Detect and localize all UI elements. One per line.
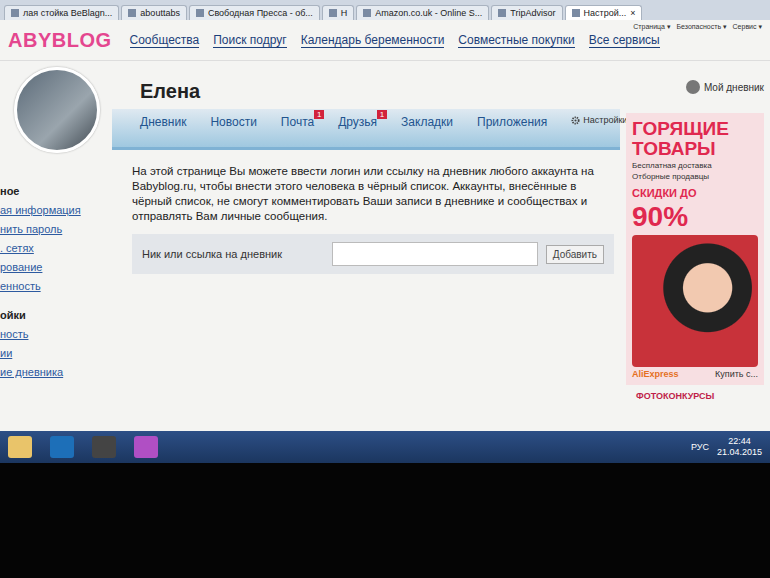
ad-banner[interactable]: ГОРЯЩИЕ ТОВАРЫ Бесплатная доставка Отборны… xyxy=(626,113,764,385)
tab-badge: 1 xyxy=(377,110,387,119)
tab[interactable]: Почта1 xyxy=(281,115,322,129)
profile-name: Елена xyxy=(140,80,200,103)
add-button[interactable]: Добавить xyxy=(546,245,604,264)
clock[interactable]: 22:4421.04.2015 xyxy=(717,436,762,458)
nav-link[interactable]: Все сервисы xyxy=(589,33,660,48)
favicon-icon xyxy=(11,9,19,17)
nav-link[interactable]: Календарь беременности xyxy=(301,33,445,48)
favicon-icon xyxy=(329,9,337,17)
favicon-icon xyxy=(196,9,204,17)
favicon-icon xyxy=(128,9,136,17)
content: На этой странице Вы можете ввести логин … xyxy=(112,150,620,274)
left-column: ное ая информация нить пароль . сетях ровани… xyxy=(0,61,112,431)
user-icon xyxy=(686,80,700,94)
section-heading[interactable]: ФОТОКОНКУРСЫ xyxy=(626,391,764,401)
browser-tab[interactable]: Amazon.co.uk - Online S... xyxy=(356,5,489,20)
site-header: ABYBLOG Сообщества Поиск подруг Календарь б… xyxy=(0,20,770,61)
avatar-photo[interactable] xyxy=(14,67,100,153)
monitor-bezel xyxy=(0,463,770,578)
taskbar: РУС 22:4421.04.2015 xyxy=(0,431,770,463)
ad-bullet: Отборные продавцы xyxy=(632,172,758,181)
profile-row: Елена xyxy=(112,61,620,109)
favicon-icon xyxy=(498,9,506,17)
sidebar-heading: ное xyxy=(0,185,112,199)
ad-cta[interactable]: Купить с... xyxy=(715,369,758,379)
favicon-icon xyxy=(363,9,371,17)
hp-icon[interactable] xyxy=(50,436,74,458)
tabs-bar: Дневник Новости Почта1 Друзья1 Закладки Прило… xyxy=(112,109,620,150)
main: ное ая информация нить пароль . сетях ровани… xyxy=(0,61,770,431)
folder-icon[interactable] xyxy=(8,436,32,458)
field-label: Ник или ссылка на дневник xyxy=(142,248,324,260)
sidebar-item[interactable]: ая информация xyxy=(0,204,112,218)
browser-tab[interactable]: Настрой...× xyxy=(565,5,643,20)
tab[interactable]: Приложения xyxy=(477,115,555,129)
nick-input[interactable] xyxy=(332,242,538,266)
favicon-icon xyxy=(572,9,580,17)
ad-footer: AliExpress Купить с... xyxy=(632,369,758,379)
browser-menu[interactable]: Сервис ▾ xyxy=(733,23,762,31)
sidebar-item[interactable]: . сетях xyxy=(0,242,112,256)
ad-brand: AliExpress xyxy=(632,369,679,379)
logo[interactable]: ABYBLOG xyxy=(8,29,112,52)
tab[interactable]: Закладки xyxy=(401,115,461,129)
ad-title: ГОРЯЩИЕ ТОВАРЫ xyxy=(632,119,758,159)
right-column: Мой дневник ГОРЯЩИЕ ТОВАРЫ Бесплатная дост… xyxy=(620,61,770,431)
description: На этой странице Вы можете ввести логин … xyxy=(132,164,614,224)
browser-menu[interactable]: Безопасность ▾ xyxy=(676,23,726,31)
browser-tab[interactable]: H xyxy=(322,5,355,20)
sidebar-item[interactable]: ии xyxy=(0,347,112,361)
site-nav: Сообщества Поиск подруг Календарь беременн… xyxy=(130,33,616,48)
nav-link[interactable]: Поиск подруг xyxy=(213,33,286,48)
sidebar: ное ая информация нить пароль . сетях ровани… xyxy=(0,163,112,380)
center-column: Елена Дневник Новости Почта1 Друзья1 Закладки… xyxy=(112,61,620,431)
tab[interactable]: Друзья1 xyxy=(338,115,385,129)
sidebar-heading: ойки xyxy=(0,309,112,323)
ad-photo xyxy=(632,235,758,367)
system-tray: РУС 22:4421.04.2015 xyxy=(691,436,762,458)
ad-discount-label: СКИДКИ ДО xyxy=(632,187,758,199)
browser-menu[interactable]: Страница ▾ xyxy=(633,23,670,31)
sidebar-item[interactable]: ие дневника xyxy=(0,366,112,380)
tab[interactable]: Дневник xyxy=(140,115,194,129)
browser-tab-strip: лая стойка BeBlagn...abouttabsСвободная … xyxy=(0,0,770,20)
add-form: Ник или ссылка на дневник Добавить xyxy=(132,234,614,274)
media-icon[interactable] xyxy=(92,436,116,458)
browser-tab[interactable]: abouttabs xyxy=(121,5,187,20)
nav-link[interactable]: Совместные покупки xyxy=(458,33,574,48)
sidebar-item[interactable]: рование xyxy=(0,261,112,275)
browser-tab[interactable]: Свободная Пресса - об... xyxy=(189,5,320,20)
language-indicator[interactable]: РУС xyxy=(691,442,709,452)
photo-app-icon[interactable] xyxy=(134,436,158,458)
ad-discount: 90% xyxy=(632,201,758,233)
tab[interactable]: Новости xyxy=(210,115,264,129)
my-diary-link[interactable]: Мой дневник xyxy=(686,67,764,107)
sidebar-item[interactable]: ность xyxy=(0,328,112,342)
screen: лая стойка BeBlagn...abouttabsСвободная … xyxy=(0,0,770,578)
ad-bullet: Бесплатная доставка xyxy=(632,161,758,170)
browser-menus: Страница ▾ Безопасность ▾ Сервис ▾ xyxy=(633,20,762,31)
sidebar-item[interactable]: нить пароль xyxy=(0,223,112,237)
tab-badge: 1 xyxy=(314,110,324,119)
close-tab-button[interactable]: × xyxy=(630,8,635,18)
nav-link[interactable]: Сообщества xyxy=(130,33,200,48)
sidebar-item[interactable]: енность xyxy=(0,280,112,294)
browser-tab[interactable]: лая стойка BeBlagn... xyxy=(4,5,119,20)
gear-icon xyxy=(571,116,580,125)
browser-tab[interactable]: TripAdvisor xyxy=(491,5,562,20)
